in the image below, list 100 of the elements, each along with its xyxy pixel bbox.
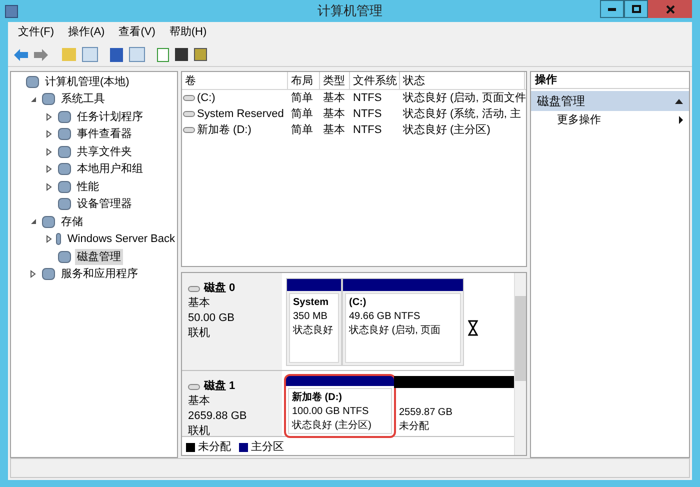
table-cell-text: 基本: [322, 122, 346, 138]
tree-item[interactable]: 服务和应用程序: [59, 266, 140, 282]
expand-arrow-icon[interactable]: [46, 130, 54, 138]
actions-header: 操作: [531, 72, 689, 89]
window-title: 计算机管理: [318, 2, 382, 20]
minimize-icon: [608, 8, 616, 10]
tree-node-icon: [42, 268, 55, 280]
tree-node-icon: [58, 128, 71, 140]
tree-item[interactable]: 设备管理器: [75, 196, 134, 212]
table-cell-text: NTFS: [352, 122, 383, 138]
column-header[interactable]: 类型: [320, 72, 350, 89]
partition-status: 未分配: [399, 420, 430, 434]
volume-name-cell: (C:): [182, 90, 288, 106]
tree-node-icon: [58, 250, 71, 263]
action-link[interactable]: 更多操作: [557, 112, 601, 128]
tree-node-icon: [58, 180, 71, 193]
table-cell-text: NTFS: [352, 106, 383, 122]
partition-size: 2559.87 GB: [399, 406, 454, 420]
tree-node-icon: [42, 216, 55, 228]
collapse-arrow-icon[interactable]: [30, 218, 38, 226]
partition-status: 状态良好 (主分区): [292, 419, 372, 433]
tree-node-icon: [58, 110, 71, 123]
disk-size: 50.00 GB: [188, 311, 236, 326]
app-icon: [5, 4, 18, 18]
partition-size: 100.00 GB NTFS: [292, 405, 370, 419]
tree-node-icon: [58, 163, 71, 176]
back-arrow-icon[interactable]: [14, 48, 28, 60]
column-header[interactable]: 状态: [400, 72, 525, 89]
partition-title: 新加卷 (D:): [292, 391, 343, 405]
partition-block[interactable]: (C:) 49.66 GB NTFS 状态良好 (启动, 页面: [342, 278, 464, 366]
actions-section-header[interactable]: 磁盘管理: [531, 91, 689, 111]
menu-item[interactable]: 帮助(H): [169, 24, 207, 41]
table-cell-text: 状态良好 (主分区): [402, 122, 492, 138]
close-icon: [666, 4, 674, 14]
menu-item[interactable]: 操作(A): [68, 24, 105, 41]
expand-arrow-icon[interactable]: [30, 270, 38, 278]
column-header[interactable]: 文件系统: [350, 72, 400, 89]
table-cell-text: 简单: [290, 90, 314, 106]
partition-title: (C:): [349, 296, 368, 310]
maximize-button[interactable]: [624, 0, 648, 18]
drive-icon: [183, 127, 195, 133]
collapse-arrow-icon[interactable]: [30, 96, 38, 103]
tree-item[interactable]: 计算机管理(本地): [43, 74, 132, 90]
submenu-arrow-icon: [679, 116, 683, 124]
table-cell-text: 状态良好 (启动, 页面文件: [402, 90, 525, 106]
expand-arrow-icon[interactable]: [46, 182, 54, 191]
table-cell-text: 状态良好 (系统, 活动, 主: [402, 106, 522, 122]
tree-item[interactable]: 事件查看器: [75, 126, 134, 142]
hourglass-icon: [468, 320, 478, 336]
volume-name-cell: 新加卷 (D:): [182, 122, 288, 138]
expand-arrow-icon[interactable]: [46, 112, 54, 121]
tree-item[interactable]: 本地用户和组: [75, 161, 145, 178]
minimize-button[interactable]: [600, 0, 624, 18]
expand-arrow-icon[interactable]: [46, 148, 54, 156]
column-header[interactable]: 卷: [182, 72, 288, 89]
tree-node-icon: [56, 233, 62, 246]
tree-node-icon: [26, 76, 39, 88]
disk-type: 基本: [188, 296, 211, 311]
volume-name-cell: System Reserved: [182, 106, 288, 122]
scrollbar[interactable]: [514, 273, 526, 455]
disk-status: 联机: [188, 326, 211, 341]
tree-item[interactable]: 存储: [59, 214, 85, 230]
disk-status: 联机: [188, 424, 211, 436]
collapse-arrow-icon: [675, 98, 683, 104]
table-cell-text: 简单: [290, 106, 314, 122]
menu-item[interactable]: 查看(V): [118, 24, 156, 41]
table-cell-text: NTFS: [352, 90, 383, 106]
disk-name: 磁盘 1: [204, 379, 236, 394]
partition-status: 状态良好: [293, 324, 334, 338]
tree-node-icon: [58, 198, 71, 210]
disk-name: 磁盘 0: [204, 281, 236, 296]
legend-label: 未分配: [198, 440, 231, 456]
tree-item[interactable]: 系统工具: [59, 91, 107, 108]
maximize-icon: [632, 5, 640, 13]
menu-item[interactable]: 文件(F): [18, 24, 54, 41]
tree-item[interactable]: 性能: [75, 178, 101, 195]
partition-size: 49.66 GB NTFS: [349, 310, 422, 324]
tree-node-icon: [42, 93, 55, 106]
column-header[interactable]: 布局: [288, 72, 320, 89]
partition-status: 状态良好 (启动, 页面: [349, 324, 442, 338]
disk-size: 2659.88 GB: [188, 409, 248, 424]
tree-item[interactable]: 磁盘管理: [75, 248, 123, 265]
partition-title: System: [293, 296, 330, 310]
partition-size: 350 MB: [293, 310, 328, 324]
tree-node-icon: [58, 146, 71, 158]
close-button[interactable]: [648, 0, 692, 18]
tree-item[interactable]: 任务计划程序: [75, 108, 145, 125]
partition-block[interactable]: System 350 MB 状态良好: [286, 278, 342, 366]
disk-type: 基本: [188, 394, 211, 409]
tree-item[interactable]: Windows Server Back: [65, 231, 177, 248]
table-cell-text: 基本: [322, 106, 346, 122]
table-cell-text: 简单: [290, 122, 314, 138]
forward-arrow-icon[interactable]: [34, 48, 48, 60]
table-cell-text: 基本: [322, 90, 346, 106]
expand-arrow-icon[interactable]: [46, 165, 54, 174]
drive-icon: [183, 95, 195, 101]
drive-icon: [183, 111, 195, 117]
tree-item[interactable]: 共享文件夹: [75, 144, 134, 160]
expand-arrow-icon[interactable]: [46, 235, 52, 244]
legend-label: 主分区: [251, 440, 284, 456]
